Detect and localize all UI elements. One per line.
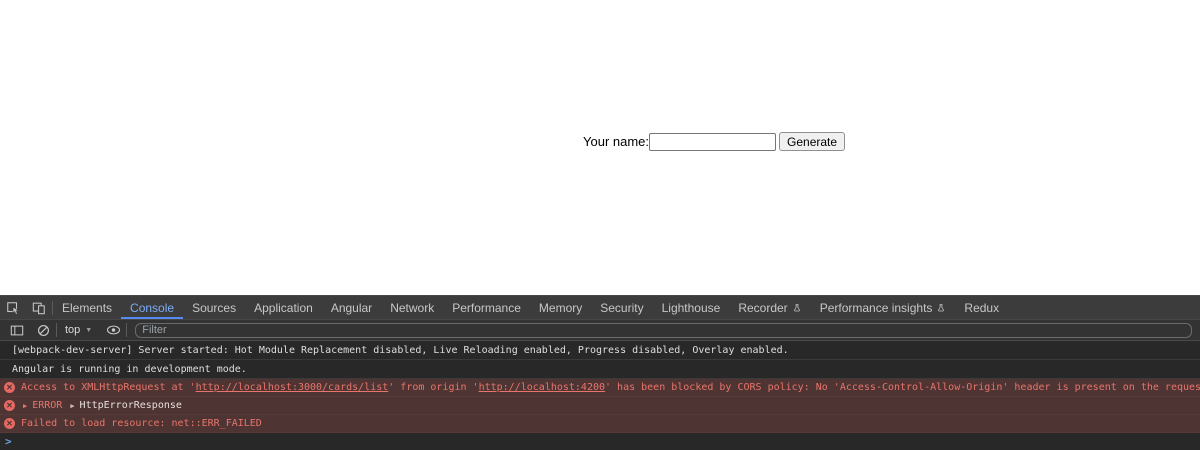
error-url-link[interactable]: http://localhost:3000/cards/list: [196, 382, 389, 393]
tab-redux[interactable]: Redux: [955, 296, 1008, 319]
tab-memory[interactable]: Memory: [530, 296, 591, 319]
console-prompt-chevron-icon: >: [5, 435, 12, 448]
chevron-down-icon: ▼: [85, 327, 92, 334]
tab-performance[interactable]: Performance: [443, 296, 530, 319]
error-circle-icon: ✕: [4, 382, 15, 393]
console-error-cors: ✕ Access to XMLHttpRequest at 'http://lo…: [0, 379, 1200, 397]
console-message-webpack: [webpack-dev-server] Server started: Hot…: [0, 341, 1200, 360]
error-circle-icon: ✕: [4, 418, 15, 429]
separator: [126, 323, 127, 337]
error-object-name: HttpErrorResponse: [80, 400, 182, 411]
clear-console-icon[interactable]: [30, 324, 56, 337]
device-toolbar-icon[interactable]: [26, 296, 52, 319]
expand-triangle-icon[interactable]: ▶: [23, 402, 27, 410]
tab-lighthouse[interactable]: Lighthouse: [653, 296, 730, 319]
tab-elements[interactable]: Elements: [53, 296, 121, 319]
console-message-angular: Angular is running in development mode.: [0, 360, 1200, 379]
tab-console[interactable]: Console: [121, 296, 183, 319]
name-input[interactable]: [649, 133, 776, 151]
error-circle-icon: ✕: [4, 400, 15, 411]
tab-network[interactable]: Network: [381, 296, 443, 319]
console-log: [webpack-dev-server] Server started: Hot…: [0, 341, 1200, 450]
error-url-link[interactable]: http://localhost:4200: [479, 382, 605, 393]
tab-application[interactable]: Application: [245, 296, 322, 319]
tab-angular[interactable]: Angular: [322, 296, 381, 319]
devtools-panel: Elements Console Sources Application Ang…: [0, 295, 1200, 450]
tab-performance-insights[interactable]: Performance insights: [811, 296, 956, 319]
name-label: Your name:: [583, 134, 649, 149]
name-form: Your name: Generate: [583, 132, 845, 151]
error-tag: ERROR: [32, 400, 62, 411]
console-error-net: ✕ Failed to load resource: net::ERR_FAIL…: [0, 415, 1200, 433]
expand-triangle-icon[interactable]: ▶: [70, 402, 74, 410]
live-expression-eye-icon[interactable]: [100, 324, 126, 336]
experiment-flask-icon: [936, 302, 946, 314]
console-toolbar: top ▼: [0, 320, 1200, 341]
console-sidebar-icon[interactable]: [4, 324, 30, 337]
page-area: Your name: Generate: [0, 0, 1200, 295]
devtools-tabbar: Elements Console Sources Application Ang…: [0, 296, 1200, 320]
tab-recorder[interactable]: Recorder: [729, 296, 810, 319]
tab-sources[interactable]: Sources: [183, 296, 245, 319]
console-prompt[interactable]: >: [0, 433, 1200, 450]
experiment-flask-icon: [792, 302, 802, 314]
generate-button[interactable]: Generate: [779, 132, 845, 151]
inspect-element-icon[interactable]: [0, 296, 26, 319]
console-error-http: ✕ ▶ ERROR ▶ HttpErrorResponse: [0, 397, 1200, 415]
console-filter-input[interactable]: [135, 323, 1192, 338]
tab-security[interactable]: Security: [591, 296, 652, 319]
javascript-context-selector[interactable]: top ▼: [57, 324, 100, 336]
